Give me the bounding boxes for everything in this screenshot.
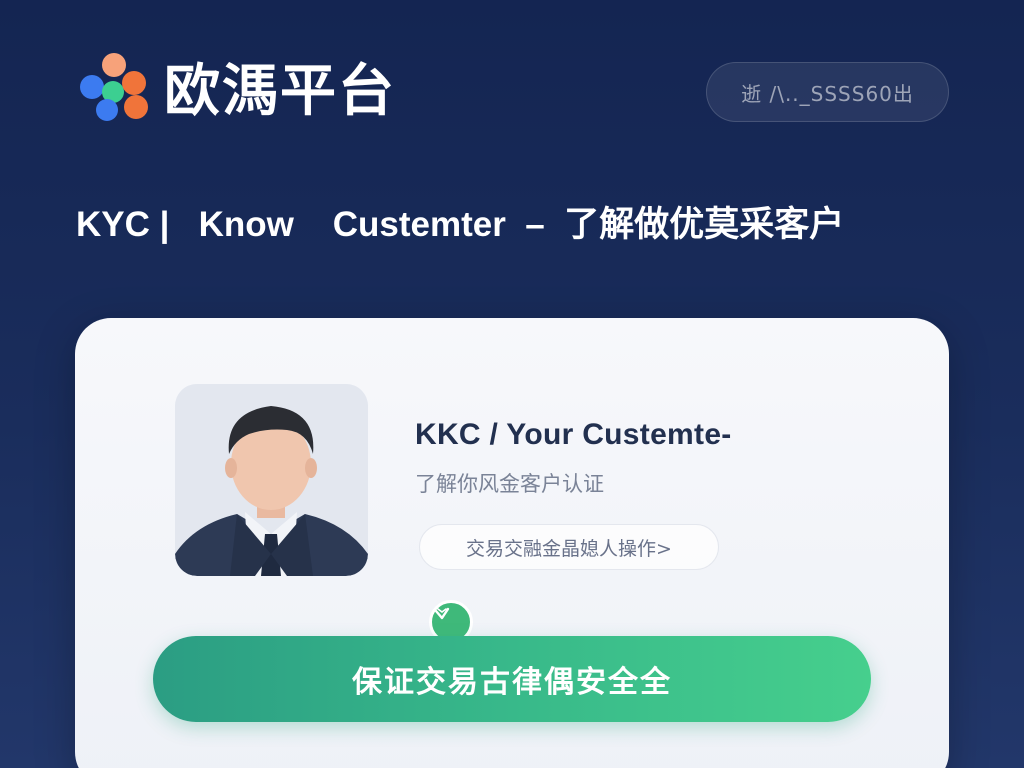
avatar: [175, 384, 473, 644]
brand-name: 欧溤平台: [164, 59, 396, 124]
page-headline: KYC | Know Custemter – 了解做优莫采客户: [76, 205, 845, 244]
kyc-subtitle: 了解你风金客户认证: [415, 472, 604, 496]
kyc-action-chip[interactable]: 交易交融金晶媳人操作>: [419, 524, 719, 570]
businessman-avatar-icon: [175, 384, 368, 576]
header-pill-button[interactable]: 逝 /\.._SSSS60出: [706, 62, 949, 122]
brand-logo[interactable]: 欧溤平台: [76, 46, 396, 127]
primary-cta-button[interactable]: 保证交易古律偶安全全: [153, 636, 871, 722]
logo-dots-icon: [76, 47, 154, 127]
kyc-title: KKC / Your Custemte-: [415, 418, 732, 451]
kyc-card: KKC / Your Custemte- 了解你风金客户认证 交易交融金晶媳人操…: [75, 318, 949, 768]
